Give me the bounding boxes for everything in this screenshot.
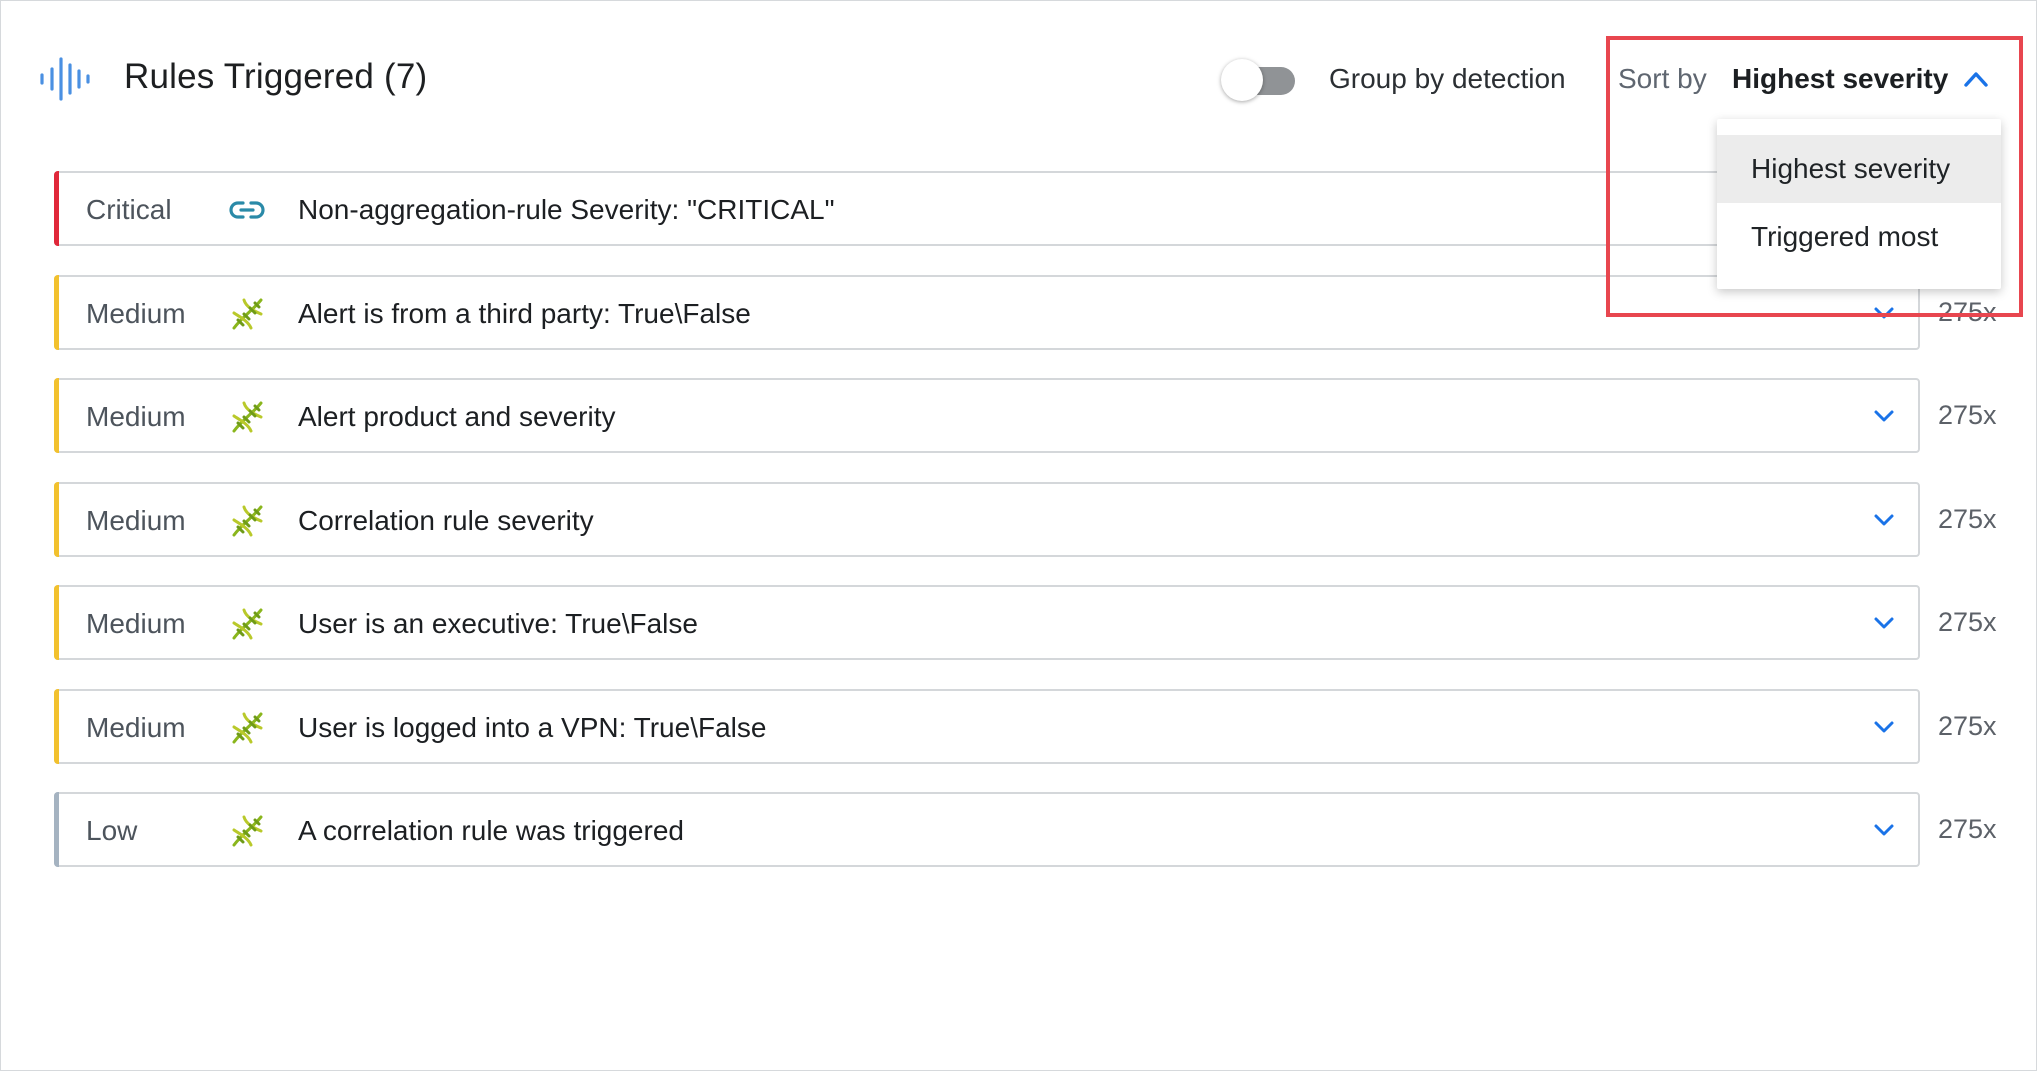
rule-row[interactable]: Low A correlation rule was triggered bbox=[54, 792, 1920, 867]
dna-icon bbox=[232, 815, 263, 847]
sort-option-highest-severity[interactable]: Highest severity bbox=[1717, 135, 2001, 203]
rule-title: Alert is from a third party: True\False bbox=[298, 298, 751, 329]
severity-indicator-bar bbox=[54, 171, 59, 246]
severity-indicator-bar bbox=[54, 275, 59, 350]
rule-title: Non-aggregation-rule Severity: "CRITICAL… bbox=[298, 194, 835, 225]
trigger-count: 275x bbox=[1938, 504, 1997, 534]
dna-icon bbox=[232, 712, 263, 744]
severity-label: Medium bbox=[86, 401, 186, 432]
severity-indicator-bar bbox=[54, 585, 59, 660]
severity-indicator-bar bbox=[54, 378, 59, 453]
severity-label: Critical bbox=[86, 194, 172, 225]
sort-option-triggered-most[interactable]: Triggered most bbox=[1717, 203, 2001, 271]
chevron-up-icon[interactable] bbox=[1962, 68, 1990, 90]
group-by-detection-label: Group by detection bbox=[1329, 63, 1566, 94]
chevron-down-icon[interactable] bbox=[1872, 821, 1896, 839]
rules-triggered-panel: Rules Triggered (7) Group by detection S… bbox=[0, 0, 2037, 1071]
dna-icon bbox=[232, 608, 263, 640]
rule-title: Correlation rule severity bbox=[298, 505, 594, 536]
sort-select[interactable]: Highest severity bbox=[1732, 63, 1948, 95]
sort-by-label: Sort by bbox=[1618, 63, 1707, 94]
link-icon bbox=[229, 201, 265, 219]
chevron-down-icon[interactable] bbox=[1872, 407, 1896, 425]
audio-waveform-icon bbox=[40, 57, 90, 101]
severity-label: Medium bbox=[86, 298, 186, 329]
rule-row[interactable]: Medium Correlation rule severity bbox=[54, 482, 1920, 557]
severity-label: Low bbox=[86, 815, 138, 846]
dna-icon bbox=[232, 401, 263, 433]
sort-dropdown-menu: Highest severity Triggered most bbox=[1717, 119, 2001, 289]
rule-title: User is an executive: True\False bbox=[298, 608, 698, 639]
trigger-count: 275x bbox=[1938, 297, 1997, 327]
rule-title: A correlation rule was triggered bbox=[298, 815, 684, 846]
rule-row[interactable]: Medium Alert is from a third party: True\… bbox=[54, 275, 1920, 350]
severity-indicator-bar bbox=[54, 689, 59, 764]
trigger-count: 275x bbox=[1938, 711, 1997, 741]
panel-title: Rules Triggered (7) bbox=[124, 57, 428, 96]
group-by-detection-toggle[interactable] bbox=[1221, 59, 1303, 101]
dna-icon bbox=[232, 505, 263, 537]
chevron-down-icon[interactable] bbox=[1872, 304, 1896, 322]
rule-row[interactable]: Medium Alert product and severity bbox=[54, 378, 1920, 453]
severity-indicator-bar bbox=[54, 792, 59, 867]
chevron-down-icon[interactable] bbox=[1872, 614, 1896, 632]
severity-label: Medium bbox=[86, 505, 186, 536]
rule-row[interactable]: Critical Non-aggregation-rule Severity: "… bbox=[54, 171, 1920, 246]
severity-label: Medium bbox=[86, 608, 186, 639]
dna-icon bbox=[232, 298, 263, 330]
rule-row[interactable]: Medium User is logged into a VPN: True\Fa… bbox=[54, 689, 1920, 764]
rule-title: User is logged into a VPN: True\False bbox=[298, 712, 767, 743]
severity-indicator-bar bbox=[54, 482, 59, 557]
trigger-count: 275x bbox=[1938, 814, 1997, 844]
chevron-down-icon[interactable] bbox=[1872, 718, 1896, 736]
rule-title: Alert product and severity bbox=[298, 401, 616, 432]
chevron-down-icon[interactable] bbox=[1872, 511, 1896, 529]
toggle-knob bbox=[1221, 59, 1263, 101]
trigger-count: 275x bbox=[1938, 400, 1997, 430]
severity-label: Medium bbox=[86, 712, 186, 743]
trigger-count: 275x bbox=[1938, 607, 1997, 637]
rule-row[interactable]: Medium User is an executive: True\False bbox=[54, 585, 1920, 660]
